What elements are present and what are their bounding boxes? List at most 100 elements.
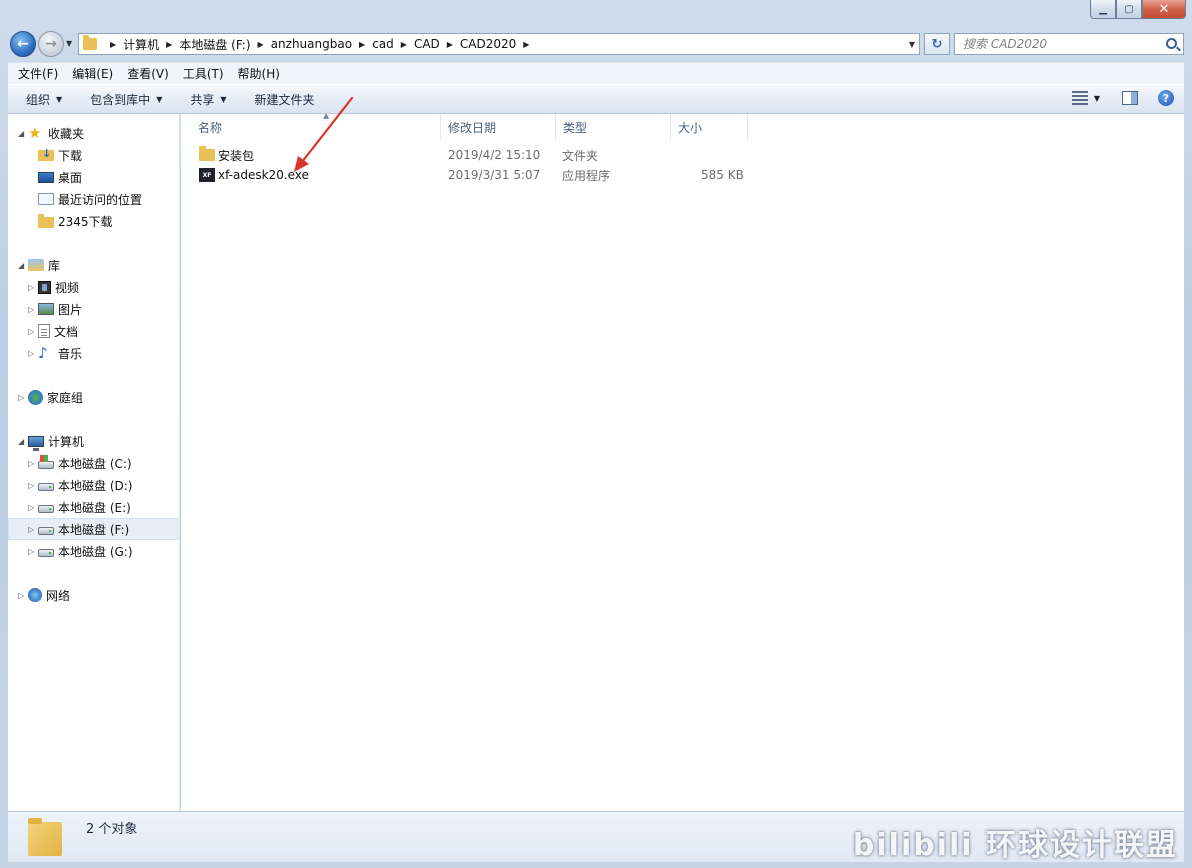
breadcrumb-cad[interactable]: cad xyxy=(372,37,394,51)
column-size-label: 大小 xyxy=(678,120,703,135)
view-options-dropdown-icon[interactable]: ▼ xyxy=(1094,94,1100,103)
nav-recent-places[interactable]: 最近访问的位置 xyxy=(38,189,142,209)
recent-pages-dropdown-icon[interactable]: ▼ xyxy=(66,39,72,48)
column-header-type[interactable]: 类型 xyxy=(556,114,671,140)
library-icon xyxy=(28,259,44,271)
breadcrumb-separator-icon[interactable]: ▶ xyxy=(447,40,453,49)
collapsed-arrow-icon[interactable]: ▷ xyxy=(28,547,38,556)
folder-icon xyxy=(38,213,54,228)
collapsed-arrow-icon[interactable]: ▷ xyxy=(28,503,38,512)
nav-favorites[interactable]: ◢ ★ 收藏夹 xyxy=(18,123,84,143)
expanded-arrow-icon[interactable]: ◢ xyxy=(18,261,28,270)
address-dropdown-icon[interactable]: ▼ xyxy=(909,40,915,49)
document-icon xyxy=(38,324,50,338)
collapsed-arrow-icon[interactable]: ▷ xyxy=(28,327,38,336)
exe-icon: XF xyxy=(199,168,215,182)
new-folder-button[interactable]: 新建文件夹 xyxy=(255,91,315,108)
nav-network[interactable]: ▷ 网络 xyxy=(18,585,70,605)
refresh-icon: ↻ xyxy=(931,36,943,52)
nav-drive-c[interactable]: ▷ 本地磁盘 (C:) xyxy=(28,453,132,473)
forward-button[interactable]: → xyxy=(38,31,64,57)
breadcrumb-separator-icon[interactable]: ▶ xyxy=(166,40,172,49)
breadcrumb-drive-f[interactable]: 本地磁盘 (F:) xyxy=(179,36,250,53)
nav-downloads[interactable]: 下载 xyxy=(38,145,82,165)
file-name: 安装包 xyxy=(218,148,255,163)
help-icon[interactable]: ? xyxy=(1158,90,1174,106)
collapsed-arrow-icon[interactable]: ▷ xyxy=(28,283,38,292)
nav-music[interactable]: ▷ ♪ 音乐 xyxy=(28,343,82,363)
breadcrumb-separator-icon[interactable]: ▶ xyxy=(258,40,264,49)
refresh-button[interactable]: ↻ xyxy=(924,33,950,55)
share-label: 共享 xyxy=(190,92,215,107)
breadcrumb-separator-icon[interactable]: ▶ xyxy=(401,40,407,49)
menu-edit[interactable]: 编辑(E) xyxy=(72,65,113,82)
nav-drive-e[interactable]: ▷ 本地磁盘 (E:) xyxy=(28,497,131,517)
maximize-button[interactable]: ▢ xyxy=(1116,0,1142,19)
breadcrumb-separator-icon[interactable]: ▶ xyxy=(359,40,365,49)
minimize-button[interactable]: ▁ xyxy=(1090,0,1116,19)
nav-recent-label: 最近访问的位置 xyxy=(58,192,143,207)
preview-pane-icon[interactable] xyxy=(1122,91,1138,105)
system-drive-icon xyxy=(38,455,54,469)
nav-drive-f-label: 本地磁盘 (F:) xyxy=(58,522,130,537)
column-header-date[interactable]: 修改日期 xyxy=(441,114,556,140)
nav-pictures[interactable]: ▷ 图片 xyxy=(28,299,82,319)
menu-tools[interactable]: 工具(T) xyxy=(183,65,224,82)
new-folder-label: 新建文件夹 xyxy=(254,92,315,107)
nav-network-label: 网络 xyxy=(46,588,71,603)
drive-icon xyxy=(38,549,54,557)
change-view-icon[interactable] xyxy=(1071,91,1088,105)
share-button[interactable]: 共享 ▼ xyxy=(190,91,226,108)
file-row[interactable]: 安装包 2019/4/2 15:10 文件夹 xyxy=(191,145,751,165)
collapsed-arrow-icon[interactable]: ▷ xyxy=(28,525,38,534)
nav-videos[interactable]: ▷ 视频 xyxy=(28,277,79,297)
close-button[interactable]: ✕ xyxy=(1142,0,1186,19)
nav-drive-g[interactable]: ▷ 本地磁盘 (G:) xyxy=(28,541,133,561)
search-box xyxy=(954,33,1184,55)
search-input[interactable] xyxy=(963,37,1153,51)
computer-icon xyxy=(28,435,44,451)
breadcrumb-anzhuangbao[interactable]: anzhuangbao xyxy=(271,37,352,51)
command-bar: 组织 ▼ 包含到库中 ▼ 共享 ▼ 新建文件夹 ▼ ? xyxy=(8,84,1184,114)
breadcrumb-cad2020[interactable]: CAD2020 xyxy=(460,37,516,51)
breadcrumb-computer[interactable]: 计算机 xyxy=(123,36,159,53)
menu-file[interactable]: 文件(F) xyxy=(18,65,58,82)
organize-button[interactable]: 组织 ▼ xyxy=(26,91,62,108)
breadcrumb-cad-upper[interactable]: CAD xyxy=(414,37,440,51)
address-bar[interactable]: ▶ 计算机 ▶ 本地磁盘 (F:) ▶ anzhuangbao ▶ cad ▶ … xyxy=(78,33,920,55)
breadcrumb-separator-icon[interactable]: ▶ xyxy=(110,40,116,49)
collapsed-arrow-icon[interactable]: ▷ xyxy=(18,393,28,402)
collapsed-arrow-icon[interactable]: ▷ xyxy=(28,349,38,358)
back-button[interactable]: ← xyxy=(10,31,36,57)
breadcrumb-separator-icon[interactable]: ▶ xyxy=(523,40,529,49)
nav-2345-label: 2345下载 xyxy=(58,214,113,229)
nav-documents[interactable]: ▷ 文档 xyxy=(28,321,78,341)
collapsed-arrow-icon[interactable]: ▷ xyxy=(18,591,28,600)
nav-drive-d[interactable]: ▷ 本地磁盘 (D:) xyxy=(28,475,132,495)
file-row[interactable]: XF xf-adesk20.exe 2019/3/31 5:07 应用程序 58… xyxy=(191,165,751,185)
nav-homegroup[interactable]: ▷ 家庭组 xyxy=(18,387,83,407)
column-name-label: 名称 xyxy=(198,120,223,135)
collapsed-arrow-icon[interactable]: ▷ xyxy=(28,459,38,468)
nav-computer[interactable]: ◢ 计算机 xyxy=(18,431,84,451)
chevron-down-icon: ▼ xyxy=(156,94,163,104)
column-type-label: 类型 xyxy=(563,120,588,135)
navigation-bar: ← → ▼ ▶ 计算机 ▶ 本地磁盘 (F:) ▶ anzhuangbao ▶ … xyxy=(8,30,1184,58)
menu-help[interactable]: 帮助(H) xyxy=(238,65,280,82)
include-in-library-button[interactable]: 包含到库中 ▼ xyxy=(90,91,162,108)
homegroup-icon xyxy=(28,389,43,405)
column-header-size[interactable]: 大小 xyxy=(671,114,748,140)
collapsed-arrow-icon[interactable]: ▷ xyxy=(28,481,38,490)
collapsed-arrow-icon[interactable]: ▷ xyxy=(28,305,38,314)
column-header-name[interactable]: ▲ 名称 xyxy=(191,111,441,140)
nav-homegroup-label: 家庭组 xyxy=(47,390,84,405)
nav-libraries[interactable]: ◢ 库 xyxy=(18,255,60,275)
nav-2345-downloads[interactable]: 2345下载 xyxy=(38,211,113,231)
expanded-arrow-icon[interactable]: ◢ xyxy=(18,129,28,138)
search-icon[interactable] xyxy=(1166,38,1177,49)
nav-desktop[interactable]: 桌面 xyxy=(38,167,82,187)
nav-drive-f[interactable]: ▷ 本地磁盘 (F:) xyxy=(28,519,129,539)
expanded-arrow-icon[interactable]: ◢ xyxy=(18,437,28,446)
file-date: 2019/4/2 15:10 xyxy=(448,148,541,162)
menu-view[interactable]: 查看(V) xyxy=(127,65,169,82)
